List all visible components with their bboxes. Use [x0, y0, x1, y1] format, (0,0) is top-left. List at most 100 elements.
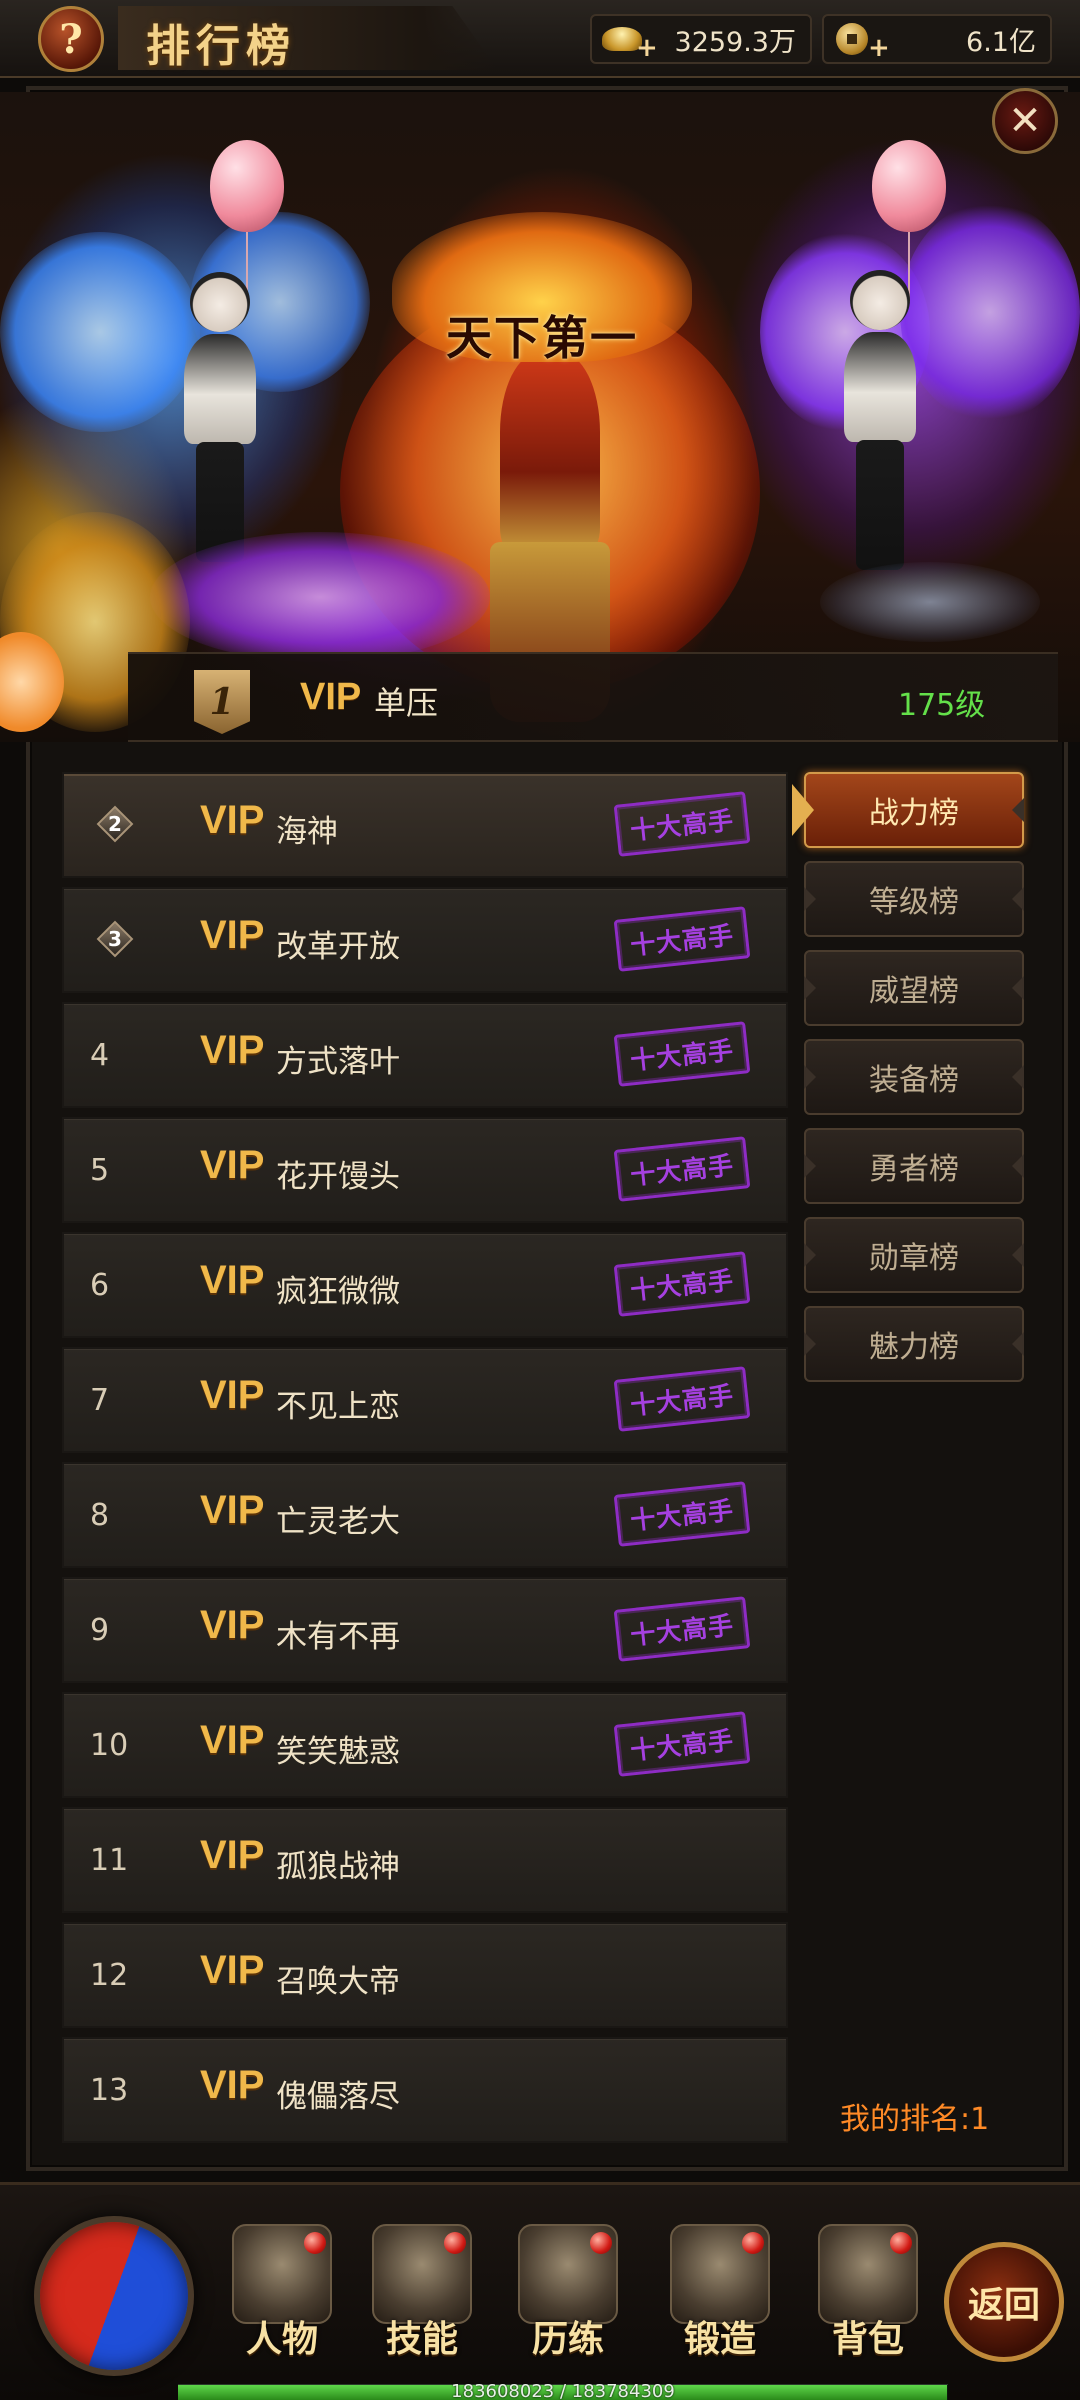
tab-5[interactable]: 勇者榜	[804, 1128, 1024, 1204]
ranking-row[interactable]: 6 VIP 疯狂微微 十大高手	[62, 1232, 788, 1338]
top-player-level: 175级	[898, 688, 986, 723]
rank-number: 11	[90, 1843, 129, 1878]
ranking-row[interactable]: 9 VIP 木有不再 十大高手	[62, 1577, 788, 1683]
top-ten-stamp: 十大高手	[613, 1481, 751, 1547]
question-icon[interactable]: ?	[38, 6, 104, 72]
vip-label: VIP	[200, 1373, 265, 1417]
tab-4[interactable]: 装备榜	[804, 1039, 1024, 1115]
player-name: 改革开放	[276, 929, 400, 965]
close-icon[interactable]: ✕	[992, 88, 1058, 154]
rank-number: 6	[90, 1268, 110, 1303]
top-ten-stamp: 十大高手	[613, 906, 751, 972]
ranking-row[interactable]: 8 VIP 亡灵老大 十大高手	[62, 1462, 788, 1568]
rank-number: 8	[90, 1498, 110, 1533]
anvil-icon	[670, 2224, 770, 2324]
rank-number: 7	[90, 1383, 110, 1418]
rank-number: 13	[90, 2073, 129, 2108]
player-name: 笑笑魅惑	[276, 1734, 400, 1770]
gold-amount: 3259.3万	[674, 26, 796, 58]
player-name: 疯狂微微	[276, 1274, 400, 1310]
nav-forge-button[interactable]: 锻造	[660, 2224, 780, 2366]
nav-bag-button[interactable]: 背包	[808, 2224, 928, 2366]
panda-girl-right	[830, 270, 930, 590]
top-ten-stamp: 十大高手	[613, 1596, 751, 1662]
tab-2[interactable]: 等级榜	[804, 861, 1024, 937]
exp-text: 183608023 / 183784309	[451, 2381, 675, 2400]
vip-label: VIP	[300, 676, 362, 718]
coin-icon: +	[830, 19, 890, 61]
ranking-row[interactable]: 5 VIP 花开馒头 十大高手	[62, 1117, 788, 1223]
player-name: 孤狼战神	[276, 1849, 400, 1885]
rank-medal-icon: 3	[94, 920, 134, 958]
helmet-icon	[232, 2224, 332, 2324]
vip-label: VIP	[200, 1258, 265, 1302]
ranking-row[interactable]: 2 VIP 海神 十大高手	[62, 772, 788, 878]
vip-label: VIP	[200, 1488, 265, 1532]
nav-label: 人物	[245, 2318, 318, 2360]
top-ten-stamp: 十大高手	[613, 1711, 751, 1777]
panda-girl-left	[170, 272, 270, 572]
top-ten-stamp: 十大高手	[613, 1021, 751, 1087]
vip-label: VIP	[200, 1143, 265, 1187]
top-player-name: 单压	[374, 684, 439, 722]
rank-number: 9	[90, 1613, 110, 1648]
nav-label: 历练	[531, 2318, 604, 2360]
training-emblem-icon	[518, 2224, 618, 2324]
top-ten-stamp: 十大高手	[613, 1251, 751, 1317]
vip-label: VIP	[200, 1718, 265, 1762]
coin-amount: 6.1亿	[966, 26, 1036, 58]
player-name: 亡灵老大	[276, 1504, 400, 1540]
top-bar: ? 排行榜 + 3259.3万 + 6.1亿	[0, 0, 1080, 78]
rank-1-badge: 1	[194, 670, 250, 734]
vip-label: VIP	[200, 1948, 265, 1992]
coin-currency[interactable]: + 6.1亿	[822, 14, 1052, 64]
ranking-row[interactable]: 3 VIP 改革开放 十大高手	[62, 887, 788, 993]
gold-currency[interactable]: + 3259.3万	[590, 14, 812, 64]
top-ten-stamp: 十大高手	[613, 1136, 751, 1202]
purple-dragon	[150, 532, 490, 662]
my-rank-label: 我的排名:1	[840, 2102, 990, 2137]
hero-banner: 天下第一	[0, 92, 1080, 742]
tab-7[interactable]: 魅力榜	[804, 1306, 1024, 1382]
player-name: 方式落叶	[276, 1044, 400, 1080]
rank-medal-icon: 2	[94, 805, 134, 843]
nav-skills-button[interactable]: 技能	[362, 2224, 482, 2366]
rank-number: 5	[90, 1153, 110, 1188]
top-ten-stamp: 十大高手	[613, 1366, 751, 1432]
rank-number: 10	[90, 1728, 129, 1763]
ranking-row[interactable]: 7 VIP 不见上恋 十大高手	[62, 1347, 788, 1453]
nav-training-button[interactable]: 历练	[508, 2224, 628, 2366]
nav-character-button[interactable]: 人物	[222, 2224, 342, 2366]
ranking-list: 2 VIP 海神 十大高手 3 VIP 改革开放 十大高手 4 VIP 方式落叶 十大高手 5 VIP 花开…	[62, 772, 788, 2152]
top-ten-stamp: 十大高手	[613, 791, 751, 857]
tab-1[interactable]: 战力榜	[804, 772, 1024, 848]
champion-emblem: 天下第一	[392, 192, 692, 392]
tab-3[interactable]: 威望榜	[804, 950, 1024, 1026]
ranking-row[interactable]: 11 VIP 孤狼战神	[62, 1807, 788, 1913]
champion-title: 天下第一	[446, 311, 638, 365]
magic-circle	[820, 562, 1040, 642]
yin-yang-orb-icon[interactable]	[34, 2216, 194, 2376]
page-title: 排行榜	[146, 21, 296, 72]
gold-ingot-icon: +	[598, 19, 658, 61]
player-name: 木有不再	[276, 1619, 400, 1655]
player-name: 不见上恋	[276, 1389, 400, 1425]
ranking-row[interactable]: 4 VIP 方式落叶 十大高手	[62, 1002, 788, 1108]
player-name: 海神	[276, 814, 338, 850]
vip-label: VIP	[200, 2063, 265, 2107]
ranking-row[interactable]: 13 VIP 傀儡落尽	[62, 2037, 788, 2143]
back-button[interactable]: 返回	[944, 2242, 1064, 2362]
player-name: 花开馒头	[276, 1159, 400, 1195]
nav-label: 技能	[385, 2318, 458, 2360]
ranking-row[interactable]: 12 VIP 召唤大帝	[62, 1922, 788, 2028]
vip-label: VIP	[200, 1603, 265, 1647]
player-name: 召唤大帝	[276, 1964, 400, 2000]
vip-label: VIP	[200, 1833, 265, 1877]
tab-6[interactable]: 勋章榜	[804, 1217, 1024, 1293]
nav-label: 锻造	[683, 2318, 756, 2360]
vip-label: VIP	[200, 913, 265, 957]
vip-label: VIP	[200, 1028, 265, 1072]
ranking-row[interactable]: 10 VIP 笑笑魅惑 十大高手	[62, 1692, 788, 1798]
bag-icon	[818, 2224, 918, 2324]
top-player-bar[interactable]: 1 VIP 单压 175级	[128, 652, 1058, 742]
